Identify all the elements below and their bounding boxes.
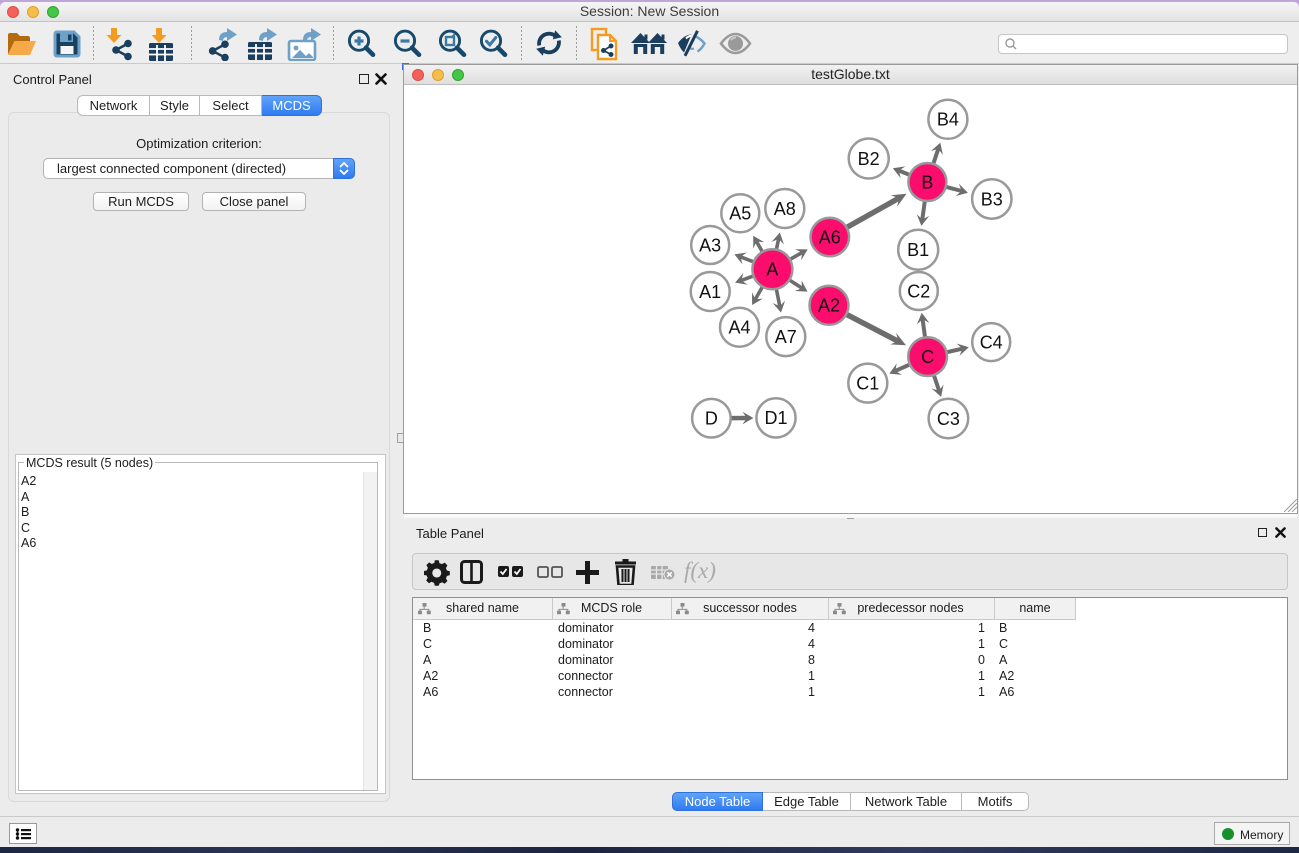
svg-text:A4: A4 <box>728 318 750 338</box>
svg-text:C2: C2 <box>907 281 930 301</box>
svg-text:D: D <box>705 409 718 429</box>
svg-text:A7: A7 <box>775 327 797 347</box>
svg-text:C3: C3 <box>937 409 960 429</box>
svg-text:B1: B1 <box>907 240 929 260</box>
svg-text:A6: A6 <box>819 227 841 247</box>
svg-text:A1: A1 <box>699 282 721 302</box>
svg-text:C1: C1 <box>856 373 879 393</box>
svg-text:B4: B4 <box>937 110 959 130</box>
svg-text:C: C <box>921 347 934 367</box>
svg-text:C4: C4 <box>980 332 1003 352</box>
svg-text:A2: A2 <box>818 296 840 316</box>
svg-text:A8: A8 <box>774 199 796 219</box>
svg-text:A: A <box>766 260 778 280</box>
svg-text:D1: D1 <box>764 408 787 428</box>
svg-text:B: B <box>921 172 933 192</box>
svg-text:A5: A5 <box>729 204 751 224</box>
svg-text:A3: A3 <box>699 235 721 255</box>
svg-text:B2: B2 <box>858 149 880 169</box>
svg-text:B3: B3 <box>981 189 1003 209</box>
